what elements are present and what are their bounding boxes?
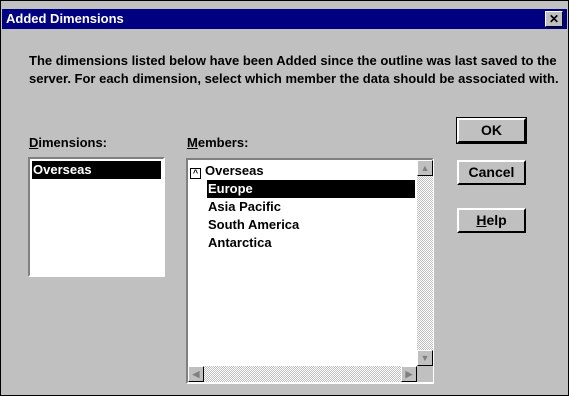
list-item[interactable]: Asia Pacific	[207, 198, 281, 216]
collapse-icon[interactable]: ^	[190, 168, 201, 179]
member-item-label: Europe	[208, 181, 253, 196]
tree-root-item[interactable]: ^ Overseas	[190, 162, 264, 180]
members-label: Members:	[187, 135, 248, 150]
list-item[interactable]: Europe	[207, 180, 415, 198]
list-item[interactable]: South America	[207, 216, 299, 234]
dimensions-label: Dimensions:	[29, 135, 107, 150]
member-item-label: Antarctica	[208, 235, 272, 250]
scroll-left-icon[interactable]: ◀	[188, 366, 204, 382]
list-item[interactable]: Antarctica	[207, 234, 272, 252]
cancel-button[interactable]: Cancel	[457, 160, 526, 185]
dimensions-label-text: imensions:	[38, 135, 108, 150]
scroll-down-icon[interactable]: ▼	[417, 350, 433, 366]
help-label: elp	[486, 212, 507, 228]
added-dimensions-dialog: Added Dimensions ✕ The dimensions listed…	[0, 0, 569, 396]
close-icon[interactable]: ✕	[545, 11, 563, 27]
dialog-title: Added Dimensions	[6, 11, 124, 26]
member-item-label: Asia Pacific	[208, 199, 281, 214]
scrollbar-corner	[417, 366, 433, 382]
scroll-right-icon[interactable]: ▶	[401, 366, 417, 382]
vertical-scrollbar[interactable]: ▲ ▼	[417, 160, 433, 366]
help-button[interactable]: Help	[457, 208, 526, 233]
description-text: The dimensions listed below have been Ad…	[29, 53, 559, 86]
members-listbox[interactable]: ^ Overseas Europe Asia Pacific South Amer…	[186, 158, 434, 384]
members-label-text: embers:	[197, 135, 249, 150]
dimensions-label-accelerator: D	[29, 135, 39, 150]
help-accelerator: H	[476, 212, 487, 228]
dimensions-listbox[interactable]: Overseas	[28, 157, 165, 277]
list-item[interactable]: Overseas	[32, 161, 161, 179]
title-bar[interactable]: Added Dimensions ✕	[2, 9, 567, 29]
members-label-accelerator: M	[187, 135, 198, 150]
member-item-label: South America	[208, 217, 300, 232]
dimension-item-label: Overseas	[33, 162, 92, 177]
ok-button[interactable]: OK	[456, 117, 527, 144]
horizontal-scrollbar[interactable]: ◀ ▶	[188, 366, 417, 382]
scroll-up-icon[interactable]: ▲	[417, 160, 433, 176]
tree-root-label: Overseas	[205, 163, 264, 178]
